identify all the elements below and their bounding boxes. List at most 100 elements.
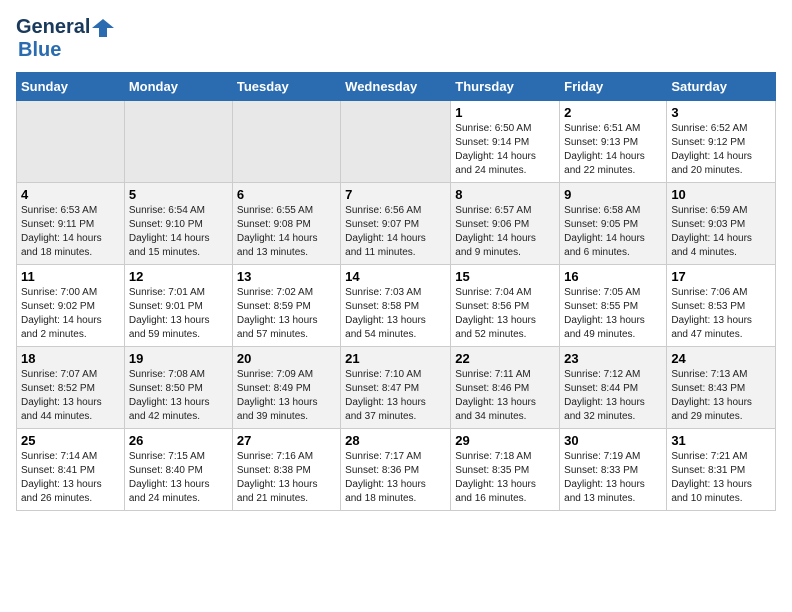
day-info: Sunrise: 7:14 AM Sunset: 8:41 PM Dayligh… bbox=[21, 450, 120, 506]
day-info: Sunrise: 6:55 AM Sunset: 9:08 PM Dayligh… bbox=[237, 204, 336, 260]
calendar-cell: 31 Sunrise: 7:21 AM Sunset: 8:31 PM Dayli… bbox=[667, 429, 776, 511]
calendar-cell: 16 Sunrise: 7:05 AM Sunset: 8:55 PM Dayli… bbox=[560, 265, 667, 347]
calendar-cell: 1Sunrise: 6:50 AM Sunset: 9:14 PM Daylig… bbox=[451, 101, 560, 183]
day-info: Sunrise: 7:03 AM Sunset: 8:58 PM Dayligh… bbox=[345, 286, 446, 342]
day-number: 15 bbox=[455, 269, 555, 284]
header-day-saturday: Saturday bbox=[667, 73, 776, 101]
week-row-4: 18Sunrise: 7:07 AM Sunset: 8:52 PM Dayli… bbox=[17, 347, 776, 429]
calendar-cell bbox=[124, 101, 232, 183]
calendar-cell bbox=[17, 101, 125, 183]
day-info: Sunrise: 7:00 AM Sunset: 9:02 PM Dayligh… bbox=[21, 286, 120, 342]
calendar-cell bbox=[341, 101, 451, 183]
day-info: Sunrise: 7:07 AM Sunset: 8:52 PM Dayligh… bbox=[21, 368, 120, 424]
day-number: 25 bbox=[21, 433, 120, 448]
calendar-cell: 20 Sunrise: 7:09 AM Sunset: 8:49 PM Dayli… bbox=[232, 347, 340, 429]
calendar-cell: 12 Sunrise: 7:01 AM Sunset: 9:01 PM Dayli… bbox=[124, 265, 232, 347]
day-info: Sunrise: 7:12 AM Sunset: 8:44 PM Dayligh… bbox=[564, 368, 662, 424]
calendar-table: SundayMondayTuesdayWednesdayThursdayFrid… bbox=[16, 72, 776, 511]
header-day-sunday: Sunday bbox=[17, 73, 125, 101]
day-info: Sunrise: 7:21 AM Sunset: 8:31 PM Dayligh… bbox=[671, 450, 771, 506]
day-number: 8 bbox=[455, 187, 555, 202]
day-info: Sunrise: 7:19 AM Sunset: 8:33 PM Dayligh… bbox=[564, 450, 662, 506]
day-number: 2 bbox=[564, 105, 662, 120]
day-number: 10 bbox=[671, 187, 771, 202]
day-info: Sunrise: 6:53 AM Sunset: 9:11 PM Dayligh… bbox=[21, 204, 120, 260]
day-number: 6 bbox=[237, 187, 336, 202]
calendar-cell: 15 Sunrise: 7:04 AM Sunset: 8:56 PM Dayli… bbox=[451, 265, 560, 347]
day-number: 3 bbox=[671, 105, 771, 120]
day-number: 9 bbox=[564, 187, 662, 202]
day-number: 12 bbox=[129, 269, 228, 284]
day-info: Sunrise: 7:16 AM Sunset: 8:38 PM Dayligh… bbox=[237, 450, 336, 506]
day-info: Sunrise: 6:57 AM Sunset: 9:06 PM Dayligh… bbox=[455, 204, 555, 260]
calendar-cell: 28 Sunrise: 7:17 AM Sunset: 8:36 PM Dayli… bbox=[341, 429, 451, 511]
header-day-thursday: Thursday bbox=[451, 73, 560, 101]
week-row-3: 11Sunrise: 7:00 AM Sunset: 9:02 PM Dayli… bbox=[17, 265, 776, 347]
day-number: 7 bbox=[345, 187, 446, 202]
calendar-cell: 27 Sunrise: 7:16 AM Sunset: 8:38 PM Dayli… bbox=[232, 429, 340, 511]
day-info: Sunrise: 7:08 AM Sunset: 8:50 PM Dayligh… bbox=[129, 368, 228, 424]
day-info: Sunrise: 7:05 AM Sunset: 8:55 PM Dayligh… bbox=[564, 286, 662, 342]
day-info: Sunrise: 6:51 AM Sunset: 9:13 PM Dayligh… bbox=[564, 122, 662, 178]
calendar-cell: 11Sunrise: 7:00 AM Sunset: 9:02 PM Dayli… bbox=[17, 265, 125, 347]
calendar-cell: 17 Sunrise: 7:06 AM Sunset: 8:53 PM Dayli… bbox=[667, 265, 776, 347]
day-info: Sunrise: 6:59 AM Sunset: 9:03 PM Dayligh… bbox=[671, 204, 771, 260]
calendar-cell: 6 Sunrise: 6:55 AM Sunset: 9:08 PM Daylig… bbox=[232, 183, 340, 265]
day-info: Sunrise: 6:52 AM Sunset: 9:12 PM Dayligh… bbox=[671, 122, 771, 178]
day-number: 1 bbox=[455, 105, 555, 120]
calendar-cell: 26 Sunrise: 7:15 AM Sunset: 8:40 PM Dayli… bbox=[124, 429, 232, 511]
day-info: Sunrise: 7:17 AM Sunset: 8:36 PM Dayligh… bbox=[345, 450, 446, 506]
day-number: 5 bbox=[129, 187, 228, 202]
calendar-cell: 4 Sunrise: 6:53 AM Sunset: 9:11 PM Daylig… bbox=[17, 183, 125, 265]
calendar-cell: 25 Sunrise: 7:14 AM Sunset: 8:41 PM Dayli… bbox=[17, 429, 125, 511]
day-info: Sunrise: 7:09 AM Sunset: 8:49 PM Dayligh… bbox=[237, 368, 336, 424]
day-info: Sunrise: 7:18 AM Sunset: 8:35 PM Dayligh… bbox=[455, 450, 555, 506]
header-day-friday: Friday bbox=[560, 73, 667, 101]
day-number: 29 bbox=[455, 433, 555, 448]
day-number: 30 bbox=[564, 433, 662, 448]
day-info: Sunrise: 6:54 AM Sunset: 9:10 PM Dayligh… bbox=[129, 204, 228, 260]
day-info: Sunrise: 7:13 AM Sunset: 8:43 PM Dayligh… bbox=[671, 368, 771, 424]
day-number: 23 bbox=[564, 351, 662, 366]
calendar-cell: 29 Sunrise: 7:18 AM Sunset: 8:35 PM Dayli… bbox=[451, 429, 560, 511]
header-day-tuesday: Tuesday bbox=[232, 73, 340, 101]
day-info: Sunrise: 7:06 AM Sunset: 8:53 PM Dayligh… bbox=[671, 286, 771, 342]
calendar-cell: 30 Sunrise: 7:19 AM Sunset: 8:33 PM Dayli… bbox=[560, 429, 667, 511]
calendar-cell: 8 Sunrise: 6:57 AM Sunset: 9:06 PM Daylig… bbox=[451, 183, 560, 265]
day-number: 26 bbox=[129, 433, 228, 448]
day-number: 24 bbox=[671, 351, 771, 366]
calendar-cell: 18Sunrise: 7:07 AM Sunset: 8:52 PM Dayli… bbox=[17, 347, 125, 429]
day-number: 14 bbox=[345, 269, 446, 284]
calendar-cell bbox=[232, 101, 340, 183]
week-row-1: 1Sunrise: 6:50 AM Sunset: 9:14 PM Daylig… bbox=[17, 101, 776, 183]
calendar-cell: 10 Sunrise: 6:59 AM Sunset: 9:03 PM Dayli… bbox=[667, 183, 776, 265]
day-number: 13 bbox=[237, 269, 336, 284]
calendar-cell: 21Sunrise: 7:10 AM Sunset: 8:47 PM Dayli… bbox=[341, 347, 451, 429]
day-info: Sunrise: 7:04 AM Sunset: 8:56 PM Dayligh… bbox=[455, 286, 555, 342]
day-number: 4 bbox=[21, 187, 120, 202]
calendar-cell: 23 Sunrise: 7:12 AM Sunset: 8:44 PM Dayli… bbox=[560, 347, 667, 429]
calendar-cell: 14 Sunrise: 7:03 AM Sunset: 8:58 PM Dayli… bbox=[341, 265, 451, 347]
day-number: 19 bbox=[129, 351, 228, 366]
header-row: SundayMondayTuesdayWednesdayThursdayFrid… bbox=[17, 73, 776, 101]
day-number: 28 bbox=[345, 433, 446, 448]
logo-text-general: General bbox=[16, 16, 90, 39]
calendar-cell: 3 Sunrise: 6:52 AM Sunset: 9:12 PM Daylig… bbox=[667, 101, 776, 183]
logo-text-blue: Blue bbox=[18, 39, 61, 62]
day-number: 17 bbox=[671, 269, 771, 284]
header-day-wednesday: Wednesday bbox=[341, 73, 451, 101]
day-info: Sunrise: 7:10 AM Sunset: 8:47 PM Dayligh… bbox=[345, 368, 446, 424]
logo: General Blue bbox=[16, 16, 114, 62]
day-number: 20 bbox=[237, 351, 336, 366]
week-row-2: 4 Sunrise: 6:53 AM Sunset: 9:11 PM Daylig… bbox=[17, 183, 776, 265]
day-info: Sunrise: 7:01 AM Sunset: 9:01 PM Dayligh… bbox=[129, 286, 228, 342]
day-info: Sunrise: 7:15 AM Sunset: 8:40 PM Dayligh… bbox=[129, 450, 228, 506]
calendar-cell: 24 Sunrise: 7:13 AM Sunset: 8:43 PM Dayli… bbox=[667, 347, 776, 429]
day-number: 27 bbox=[237, 433, 336, 448]
calendar-cell: 13Sunrise: 7:02 AM Sunset: 8:59 PM Dayli… bbox=[232, 265, 340, 347]
logo-bird-icon bbox=[92, 17, 114, 39]
day-number: 31 bbox=[671, 433, 771, 448]
day-info: Sunrise: 6:58 AM Sunset: 9:05 PM Dayligh… bbox=[564, 204, 662, 260]
day-number: 16 bbox=[564, 269, 662, 284]
calendar-cell: 9 Sunrise: 6:58 AM Sunset: 9:05 PM Daylig… bbox=[560, 183, 667, 265]
